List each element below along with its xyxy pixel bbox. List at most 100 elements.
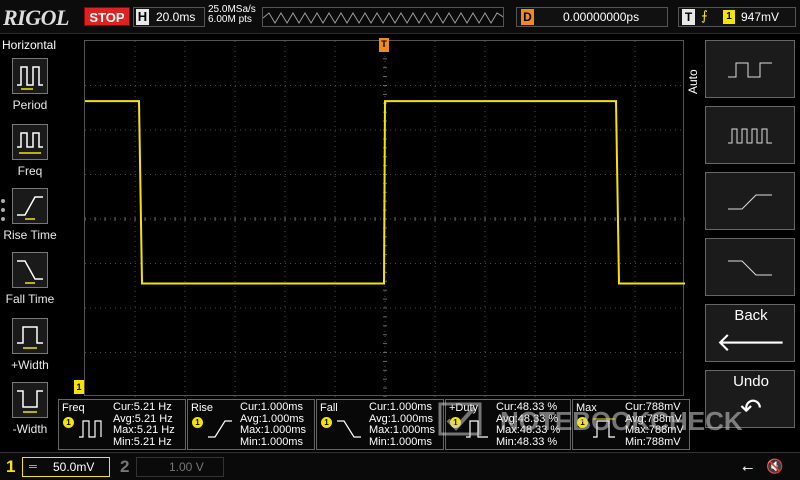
memory-overview-waveform xyxy=(263,12,503,24)
trigger-position-marker[interactable]: T xyxy=(379,38,389,52)
trigger-level: 947mV xyxy=(741,10,780,24)
speaker-muted-icon[interactable]: 🔇 xyxy=(766,458,783,475)
delay-box[interactable]: D 0.00000000ps xyxy=(516,7,668,27)
auto-falling-edge-button[interactable] xyxy=(705,238,795,296)
measurement-max[interactable]: Max 1 Cur:788mV Avg:788mV Max:788mV Min:… xyxy=(572,399,690,450)
trigger-box[interactable]: T ⨍ 1 947mV xyxy=(678,7,796,27)
slow-square-wave-icon xyxy=(728,62,772,78)
frequency-icon xyxy=(79,420,102,438)
measurement-freq[interactable]: Freq 1 Cur:5.21 Hz Avg:5.21 Hz Max:5.21 … xyxy=(58,399,186,450)
measurement-min: Min:1.000ms xyxy=(369,435,432,448)
back-button[interactable]: Back 🡐 xyxy=(705,304,795,362)
channel-1-offset-marker[interactable]: 1 xyxy=(74,380,84,394)
measure-negative-width-label: -Width xyxy=(12,422,48,436)
measure-positive-width[interactable]: +Width xyxy=(0,318,60,376)
measurement-values: Cur:1.000ms Avg:1.000ms Max:1.000ms Min:… xyxy=(369,401,435,448)
delay-label: D xyxy=(521,9,534,25)
horizontal-measure-menu: Horizontal Period Freq Rise Time Fall Ti… xyxy=(0,38,60,448)
top-status-bar: RIGOL STOP H 20.0ms 25.0MSa/s 6.00M pts … xyxy=(0,0,800,34)
measurement-values: Cur:1.000ms Avg:1.000ms Max:1.000ms Min:… xyxy=(240,401,307,448)
measure-positive-width-label: +Width xyxy=(11,358,49,372)
measure-period[interactable]: Period xyxy=(0,58,60,116)
measurement-max: Max:5.21 Hz xyxy=(113,424,175,436)
graticule xyxy=(85,41,685,397)
measurement-results: Freq 1 Cur:5.21 Hz Avg:5.21 Hz Max:5.21 … xyxy=(58,399,690,450)
auto-slow-square-button[interactable] xyxy=(705,40,795,98)
auto-fast-square-button[interactable] xyxy=(705,106,795,164)
measurement-name: Fall xyxy=(320,402,338,414)
measurement-cur: Cur:1.000ms xyxy=(240,401,303,413)
auto-mode-label: Auto xyxy=(686,69,700,94)
trigger-edge-icon: ⨍ xyxy=(701,8,708,23)
measurement-name: Max xyxy=(576,402,597,414)
measurement-cur: Cur:48.33 % xyxy=(496,401,558,413)
duty-cycle-icon xyxy=(466,420,488,438)
rising-edge-icon xyxy=(728,194,772,210)
fall-time-icon xyxy=(12,252,48,288)
measure-rise-time[interactable]: Rise Time xyxy=(0,188,60,246)
measure-fall-time[interactable]: Fall Time xyxy=(0,252,60,310)
measurement-name: Rise xyxy=(191,402,214,414)
rise-time-icon xyxy=(208,420,232,438)
waveform-display[interactable] xyxy=(84,40,685,397)
usb-icon: ⭠ xyxy=(742,459,754,475)
measurement-name: Freq xyxy=(62,402,85,414)
measurement-channel: 1 xyxy=(321,417,332,428)
measurement-max: Max:1.000ms xyxy=(240,424,307,436)
measure-freq-label: Freq xyxy=(17,164,43,178)
run-stop-indicator[interactable]: STOP xyxy=(84,7,130,26)
measurement-values: Cur:788mV Avg:788mV Max:788mV Min:788mV xyxy=(625,401,684,448)
period-icon xyxy=(12,58,48,94)
dc-coupling-icon: ═ xyxy=(29,461,37,473)
channel-2-scale-box[interactable]: 1.00 V xyxy=(136,457,224,477)
delay-value: 0.00000000ps xyxy=(563,10,640,24)
measure-freq[interactable]: Freq xyxy=(0,124,60,182)
measurement-name: +Duty xyxy=(449,402,479,414)
undo-arrow-icon: ↶ xyxy=(740,393,762,423)
negative-width-icon xyxy=(12,382,48,418)
memory-overview-bar: T xyxy=(262,7,504,27)
channel-status-bar: 1 ═ 50.0mV 2 1.00 V ⭠ 🔇 xyxy=(0,452,800,480)
measurement-rise[interactable]: Rise 1 Cur:1.000ms Avg:1.000ms Max:1.000… xyxy=(187,399,315,450)
back-arrow-icon: 🡐 xyxy=(716,327,786,357)
undo-button[interactable]: Undo ↶ xyxy=(705,370,795,428)
timebase-box[interactable]: H 20.0ms xyxy=(133,7,205,27)
measurement-max: Max:788mV xyxy=(625,424,684,436)
measurement-cur: Cur:788mV xyxy=(625,401,681,413)
measurement-max: Max:48.33 % xyxy=(496,424,561,436)
measure-negative-width[interactable]: -Width xyxy=(0,382,60,440)
measure-fall-time-label: Fall Time xyxy=(5,292,55,306)
channel-1-label[interactable]: 1 xyxy=(6,457,15,477)
channel-2-scale: 1.00 V xyxy=(169,460,204,474)
fall-time-icon xyxy=(337,420,361,438)
measurement-fall[interactable]: Fall 1 Cur:1.000ms Avg:1.000ms Max:1.000… xyxy=(316,399,444,450)
rigol-logo: RIGOL xyxy=(3,5,69,30)
measurement-channel: 1 xyxy=(63,417,74,428)
timebase-label: H xyxy=(136,9,149,25)
auto-rising-edge-button[interactable] xyxy=(705,172,795,230)
memory-depth: 6.00M pts xyxy=(208,14,252,25)
channel-2-label[interactable]: 2 xyxy=(120,457,129,477)
measurement-values: Cur:48.33 % Avg:48.33 % Max:48.33 % Min:… xyxy=(496,401,561,448)
acquisition-info: 25.0MSa/s 6.00M pts xyxy=(208,5,256,25)
frequency-icon xyxy=(12,124,48,160)
back-button-label: Back xyxy=(734,307,768,324)
trigger-label: T xyxy=(682,9,695,25)
channel-1-scale-box[interactable]: ═ 50.0mV xyxy=(22,457,110,477)
maximum-icon xyxy=(593,418,615,438)
channel-1-trace xyxy=(85,100,685,285)
trigger-channel: 1 xyxy=(723,10,735,24)
timebase-value: 20.0ms xyxy=(156,10,196,24)
positive-width-icon xyxy=(12,318,48,354)
menu-title: Horizontal xyxy=(2,38,57,52)
measurement-duty[interactable]: +Duty 1 Cur:48.33 % Avg:48.33 % Max:48.3… xyxy=(445,399,571,450)
auto-measure-menu: Auto Back 🡐 Undo ↶ xyxy=(686,38,800,448)
falling-edge-icon xyxy=(728,260,772,276)
measurement-values: Cur:5.21 Hz Avg:5.21 Hz Max:5.21 Hz Min:… xyxy=(113,401,175,448)
rise-time-icon xyxy=(12,188,48,224)
measurement-cur: Cur:1.000ms xyxy=(369,401,432,413)
measurement-channel: 1 xyxy=(192,417,203,428)
fast-square-wave-icon xyxy=(728,128,772,144)
measurement-min: Min:1.000ms xyxy=(240,435,303,448)
measurement-channel: 1 xyxy=(577,417,588,428)
